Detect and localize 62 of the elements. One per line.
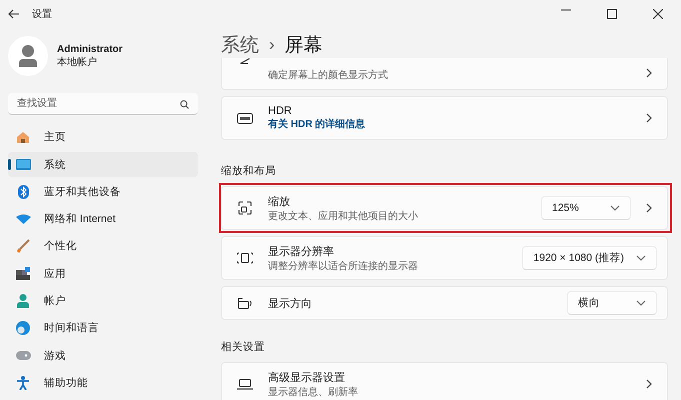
resolution-icon bbox=[237, 252, 253, 264]
dropdown[interactable]: 横向 bbox=[567, 291, 657, 315]
sidebar-item[interactable]: 蓝牙和其他设备 bbox=[8, 180, 198, 204]
hdr-icon bbox=[237, 112, 253, 124]
sidebar-item[interactable]: 时间和语言 bbox=[8, 316, 198, 341]
chevron-down-icon bbox=[636, 255, 646, 261]
chevron-down-icon bbox=[636, 300, 646, 306]
brush-icon bbox=[15, 238, 31, 254]
setting-card[interactable]: 确定屏幕上的颜色显示方式 bbox=[221, 58, 668, 90]
breadcrumb-separator: › bbox=[269, 35, 275, 55]
maximize-icon[interactable] bbox=[607, 9, 617, 19]
section-heading: 相关设置 bbox=[221, 340, 266, 354]
setting-title: HDR bbox=[268, 105, 293, 117]
scale-icon bbox=[238, 201, 252, 215]
setting-card[interactable]: 显示方向 横向 bbox=[221, 286, 668, 320]
bluetooth-icon bbox=[15, 184, 31, 200]
close-icon[interactable] bbox=[653, 9, 663, 19]
setting-card[interactable]: 缩放 更改文本、应用和其他项目的大小 125% bbox=[221, 186, 668, 230]
sidebar-item[interactable]: 帐户 bbox=[8, 288, 198, 314]
chevron-down-icon bbox=[610, 205, 620, 211]
pen-icon bbox=[240, 58, 250, 64]
home-icon bbox=[15, 130, 31, 145]
setting-card[interactable]: 显示器分辨率 调整分辨率以适合所连接的显示器 1920 × 1080 (推荐) bbox=[221, 236, 668, 280]
dropdown[interactable]: 125% bbox=[541, 196, 631, 220]
avatar-icon bbox=[8, 36, 48, 76]
setting-description: 调整分辨率以适合所连接的显示器 bbox=[268, 260, 419, 272]
search-icon[interactable] bbox=[180, 100, 189, 109]
setting-card[interactable]: HDR 有关 HDR 的详细信息 bbox=[221, 96, 668, 140]
laptop-icon bbox=[237, 378, 253, 390]
sidebar-item[interactable]: 游戏 bbox=[8, 343, 198, 368]
sidebar-item[interactable]: 网络和 Internet bbox=[8, 206, 198, 232]
monitor-icon bbox=[15, 157, 31, 172]
setting-description: 更改文本、应用和其他项目的大小 bbox=[268, 210, 419, 222]
accessibility-icon bbox=[15, 375, 31, 390]
dropdown[interactable]: 1920 × 1080 (推荐) bbox=[522, 246, 657, 270]
wifi-icon bbox=[15, 212, 31, 227]
setting-description: 显示器信息、刷新率 bbox=[268, 386, 359, 398]
rotate-screen-icon bbox=[237, 296, 253, 310]
apps-icon bbox=[15, 266, 31, 282]
sidebar-item[interactable]: 系统 bbox=[8, 152, 198, 177]
sidebar-item[interactable]: 主页 bbox=[8, 125, 198, 150]
sidebar-item[interactable]: 辅助功能 bbox=[8, 370, 198, 396]
page-title: 屏幕 bbox=[284, 34, 323, 58]
setting-title: 高级显示器设置 bbox=[268, 370, 346, 384]
window-title: 设置 bbox=[32, 8, 52, 21]
sidebar-item[interactable]: 个性化 bbox=[8, 234, 198, 259]
sidebar-item[interactable]: 应用 bbox=[8, 261, 198, 286]
back-arrow-icon[interactable] bbox=[8, 9, 20, 19]
account-name: Administrator bbox=[57, 44, 123, 54]
setting-card[interactable]: 高级显示器设置 显示器信息、刷新率 bbox=[221, 362, 668, 400]
breadcrumb-link[interactable]: 系统 bbox=[221, 32, 259, 58]
account-type: 本地帐户 bbox=[57, 56, 98, 68]
person-icon bbox=[15, 294, 31, 309]
setting-title: 显示器分辨率 bbox=[268, 244, 335, 258]
minimize-icon[interactable] bbox=[561, 9, 571, 11]
globe-icon bbox=[15, 320, 31, 336]
setting-description: 确定屏幕上的颜色显示方式 bbox=[268, 68, 389, 82]
details-link[interactable]: 有关 HDR 的详细信息 bbox=[268, 117, 366, 131]
setting-title: 缩放 bbox=[268, 194, 291, 208]
search-field[interactable]: 查找设置 bbox=[8, 93, 198, 115]
setting-title: 显示方向 bbox=[268, 296, 313, 310]
section-heading: 缩放和布局 bbox=[221, 164, 277, 178]
